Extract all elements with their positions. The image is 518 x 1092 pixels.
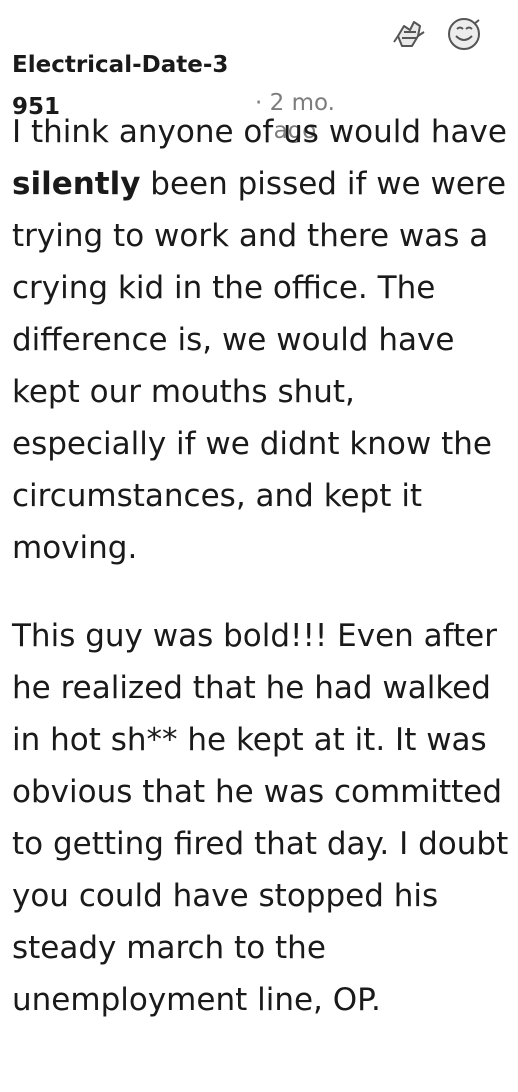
award-face-icon[interactable] bbox=[444, 14, 484, 54]
award-icons bbox=[390, 14, 484, 54]
comment-paragraph-2: This guy was bold!!! Even after he reali… bbox=[12, 618, 509, 1018]
comment-paragraph-1: I think anyone of us would have silently… bbox=[12, 106, 512, 574]
award-hands-icon[interactable] bbox=[390, 14, 430, 54]
comment-body: I think anyone of us would have silently… bbox=[12, 106, 512, 1062]
paragraph-1-bold-text: silently bbox=[12, 166, 141, 202]
paragraph-1-text-start: I think anyone of us would have bbox=[12, 114, 507, 150]
paragraph-1-text-end: been pissed if we were trying to work an… bbox=[12, 166, 507, 566]
comment: Electrical-Date-3951 · 2 mo. ago I think… bbox=[0, 0, 518, 1092]
